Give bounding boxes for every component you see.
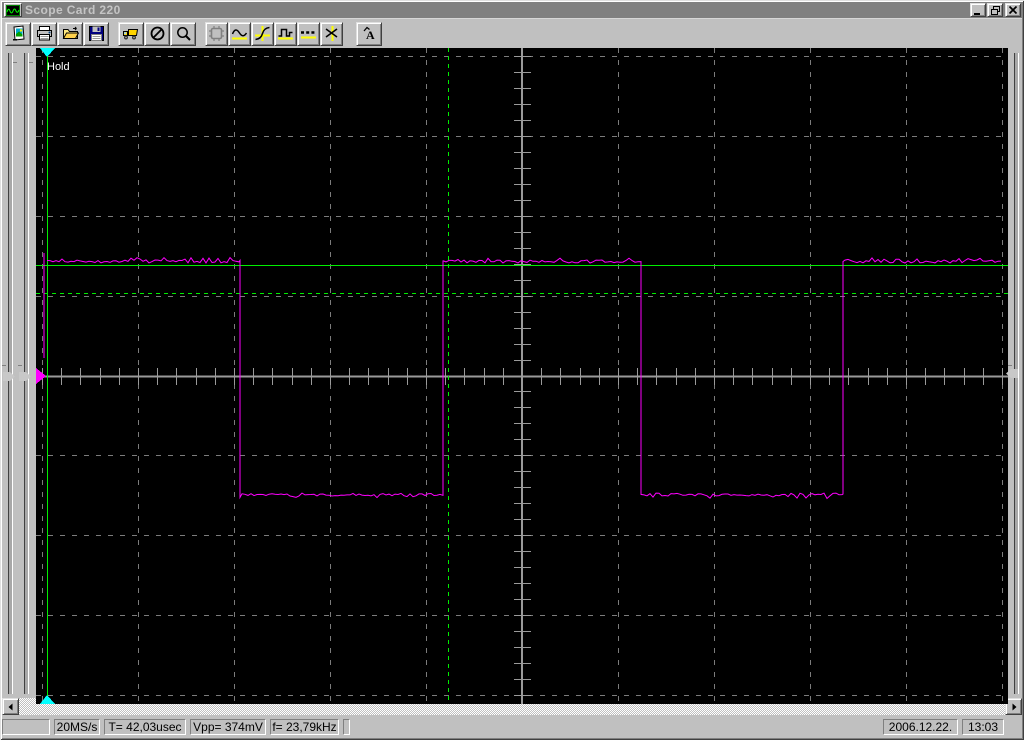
scope-display[interactable]: Hold — [36, 48, 1008, 704]
sample-rate-panel: 20MS/s — [54, 719, 100, 735]
export-image-button[interactable] — [5, 21, 31, 46]
window-title: Scope Card 220 — [25, 3, 121, 17]
toolbar: A — [2, 18, 1022, 48]
frequency-panel: f= 23,79kHz — [270, 719, 339, 735]
axis-layer — [36, 48, 1008, 704]
slider-thumb-2[interactable] — [19, 372, 31, 381]
slider-thumb-3[interactable] — [1006, 369, 1018, 378]
grid-toggle-button[interactable] — [205, 21, 228, 46]
minimize-button[interactable] — [970, 3, 986, 17]
print-button[interactable] — [31, 21, 57, 46]
slider-tick — [2, 365, 6, 366]
open-button[interactable] — [57, 21, 83, 46]
slider-tick — [13, 62, 17, 63]
period-panel: T= 42,03usec — [104, 719, 186, 735]
app-window: Scope Card 220 A Hold 20MS/s T= 42,03use… — [0, 0, 1024, 740]
slider-tick — [18, 365, 22, 366]
status-panel-small — [343, 719, 350, 735]
arrow-right-icon — [1012, 703, 1016, 710]
right-slider-panel — [1006, 48, 1022, 698]
restore-button[interactable] — [987, 3, 1003, 17]
title-bar[interactable]: Scope Card 220 — [2, 2, 1022, 18]
scroll-left-button[interactable] — [2, 698, 19, 715]
date-panel: 2006.12.22. — [883, 719, 958, 735]
square-wave-button[interactable] — [274, 21, 297, 46]
hold-status-label: Hold — [47, 61, 70, 73]
slider-thumb-1[interactable] — [3, 372, 15, 381]
trigger-cross-icon — [254, 25, 271, 42]
left-slider-panel — [2, 48, 36, 698]
zoom-button[interactable] — [170, 21, 196, 46]
status-bar: 20MS/s T= 42,03usec Vpp= 374mV f= 23,79kHz 2… — [2, 715, 1022, 738]
cursor-x-icon — [323, 25, 340, 42]
dump-truck-icon — [122, 25, 140, 42]
letter-a-icon: A — [361, 25, 378, 42]
stop-button[interactable] — [144, 21, 170, 46]
trigger-button[interactable] — [251, 21, 274, 46]
arrow-left-icon — [8, 703, 12, 710]
oscilloscope-icon[interactable] — [4, 3, 22, 17]
signal-button[interactable] — [228, 21, 251, 46]
dotted-line-icon — [300, 25, 317, 42]
svg-text:A: A — [366, 28, 375, 42]
line-style-button[interactable] — [297, 21, 320, 46]
prohibition-icon — [149, 25, 166, 42]
cursor-button[interactable] — [320, 21, 343, 46]
main-area: Hold — [2, 48, 1022, 704]
slider-tick — [29, 62, 33, 63]
close-button[interactable] — [1005, 3, 1021, 17]
image-export-icon — [10, 25, 27, 42]
sine-wave-icon — [231, 25, 248, 42]
magnifier-icon — [175, 25, 192, 42]
time-panel: 13:03 — [962, 719, 1004, 735]
vpp-panel: Vpp= 374mV — [190, 719, 266, 735]
save-floppy-icon — [88, 25, 105, 42]
graticule-icon — [208, 25, 225, 42]
channel-offset-marker[interactable] — [36, 368, 46, 384]
scope-canvas[interactable] — [36, 48, 1008, 704]
square-wave-icon — [277, 25, 294, 42]
save-button[interactable] — [83, 21, 109, 46]
printer-icon — [36, 25, 53, 42]
status-panel-empty — [2, 719, 50, 735]
acquire-button[interactable] — [118, 21, 144, 46]
open-folder-icon — [62, 25, 79, 42]
slider-tick — [1008, 365, 1012, 366]
font-button[interactable]: A — [356, 21, 382, 46]
